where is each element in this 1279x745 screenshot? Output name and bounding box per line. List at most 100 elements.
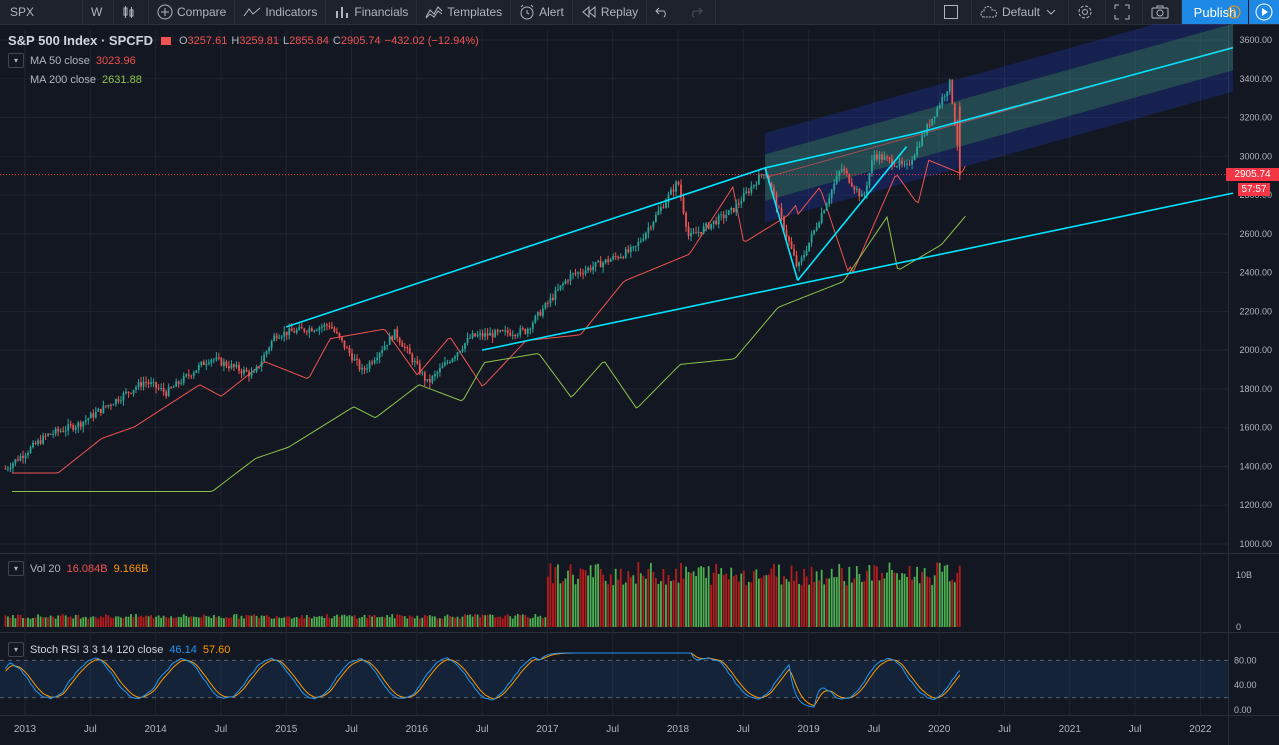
stoch-legend[interactable]: ▾ Stoch RSI 3 3 14 120 close 46.14 57.60 <box>0 642 230 657</box>
layout-label: Default <box>1001 5 1040 19</box>
indicators-button[interactable]: Indicators <box>235 0 327 24</box>
candle-body <box>808 242 811 252</box>
ma200-legend[interactable]: MA 200 close 2631.88 <box>30 74 142 86</box>
collapse-chevron-icon[interactable]: ▾ <box>8 642 24 657</box>
interval-button[interactable]: W <box>83 0 114 24</box>
settings-button[interactable] <box>1069 0 1106 24</box>
fullscreen-button[interactable] <box>1106 0 1143 24</box>
volume-bar <box>612 585 615 627</box>
candle-body <box>850 182 853 187</box>
volume-bar <box>876 566 878 627</box>
warning-icon[interactable] <box>1227 5 1241 19</box>
candle-body <box>657 210 660 215</box>
candle-body <box>288 328 291 336</box>
volume-bar <box>177 616 180 627</box>
candle-body <box>911 160 913 165</box>
volume-bar <box>32 617 34 627</box>
volume-bar <box>137 616 140 627</box>
volume-bar <box>946 564 949 627</box>
candle-body <box>665 202 667 208</box>
high-label: H <box>231 34 240 47</box>
collapse-chevron-icon[interactable]: ▾ <box>8 53 24 68</box>
volume-legend[interactable]: ▾ Vol 20 16.084B 9.166B <box>0 561 148 576</box>
volume-bar <box>768 574 770 627</box>
candle-body <box>946 91 949 97</box>
time-tick-label: Jul <box>84 724 97 735</box>
volume-bar <box>722 574 725 627</box>
candle-body <box>102 405 105 414</box>
candle-body <box>878 154 881 160</box>
volume-bar <box>544 617 547 627</box>
volume-bar <box>865 570 868 627</box>
volume-bar <box>165 616 168 627</box>
volume-bar <box>99 616 102 627</box>
candle-body <box>127 391 130 393</box>
candle-body <box>265 351 268 355</box>
candle-body <box>752 184 755 187</box>
volume-bar <box>303 618 306 627</box>
volume-bar <box>840 568 843 627</box>
price-tick-label: 1800.00 <box>1239 384 1272 394</box>
volume-bar <box>813 582 816 627</box>
candle-body <box>220 358 223 366</box>
volume-ma-value: 9.166B <box>113 562 149 575</box>
volume-bar <box>127 616 130 627</box>
volume-bar <box>539 615 542 627</box>
volume-bar <box>649 562 652 627</box>
volume-bar <box>255 615 258 627</box>
candle-body <box>212 359 215 361</box>
candle-body <box>815 227 818 231</box>
volume-bar <box>441 618 444 627</box>
candle-body <box>250 372 253 377</box>
candle-body <box>531 322 534 329</box>
chart-type-button[interactable] <box>114 0 149 24</box>
volume-bar <box>644 578 647 627</box>
rewind-icon <box>582 6 596 18</box>
ma50-legend[interactable]: ▾ MA 50 close 3023.96 <box>0 53 136 68</box>
volume-bar <box>57 615 60 627</box>
volume-bar <box>361 616 363 627</box>
volume-bar <box>878 580 881 627</box>
status-flag-icon <box>160 36 171 45</box>
compare-button[interactable]: Compare <box>149 0 236 24</box>
templates-button[interactable]: Templates <box>417 0 512 24</box>
symbol-search[interactable]: SPX <box>0 0 83 24</box>
candle-body <box>258 366 260 368</box>
volume-bar <box>589 565 592 627</box>
layout-dropdown[interactable]: Default <box>972 0 1069 24</box>
replay-button[interactable]: Replay <box>573 0 648 24</box>
candle-body <box>142 381 145 387</box>
candle-body <box>735 203 738 212</box>
candle-body <box>539 311 542 316</box>
fullscreen-square-button[interactable] <box>933 0 972 24</box>
price-tick-label: 1600.00 <box>1239 423 1272 433</box>
volume-bar <box>918 583 921 627</box>
candle-body <box>647 227 650 233</box>
play-button[interactable] <box>1248 0 1279 24</box>
redo-button[interactable] <box>681 0 717 24</box>
change-value: −432.02 (−12.94%) <box>384 34 479 47</box>
candle-body <box>820 213 823 223</box>
candle-body <box>785 229 788 237</box>
volume-bar <box>92 616 95 627</box>
candle-body <box>938 104 941 108</box>
alert-button[interactable]: Alert <box>511 0 573 24</box>
time-tick-label: 2016 <box>406 724 429 735</box>
candle-body <box>614 256 617 258</box>
snapshot-button[interactable] <box>1143 0 1182 24</box>
candle-body <box>619 256 622 259</box>
chart-canvas[interactable]: 1000.00 1200.00 1400.00 1600.00 1800.00 2000.… <box>0 24 1279 745</box>
candle-body <box>687 226 690 237</box>
candle-body <box>117 399 120 402</box>
candle-body <box>454 356 456 359</box>
collapse-chevron-icon[interactable]: ▾ <box>8 561 24 576</box>
financials-button[interactable]: Financials <box>326 0 418 24</box>
candle-body <box>637 241 640 246</box>
candle-body <box>371 362 373 364</box>
volume-bar <box>428 615 431 627</box>
candle-body <box>572 273 574 275</box>
undo-button[interactable] <box>647 0 681 24</box>
price-tick-label: 1000.00 <box>1239 539 1272 549</box>
candle-body <box>363 367 366 370</box>
stoch-rsi-lines <box>0 652 1228 708</box>
